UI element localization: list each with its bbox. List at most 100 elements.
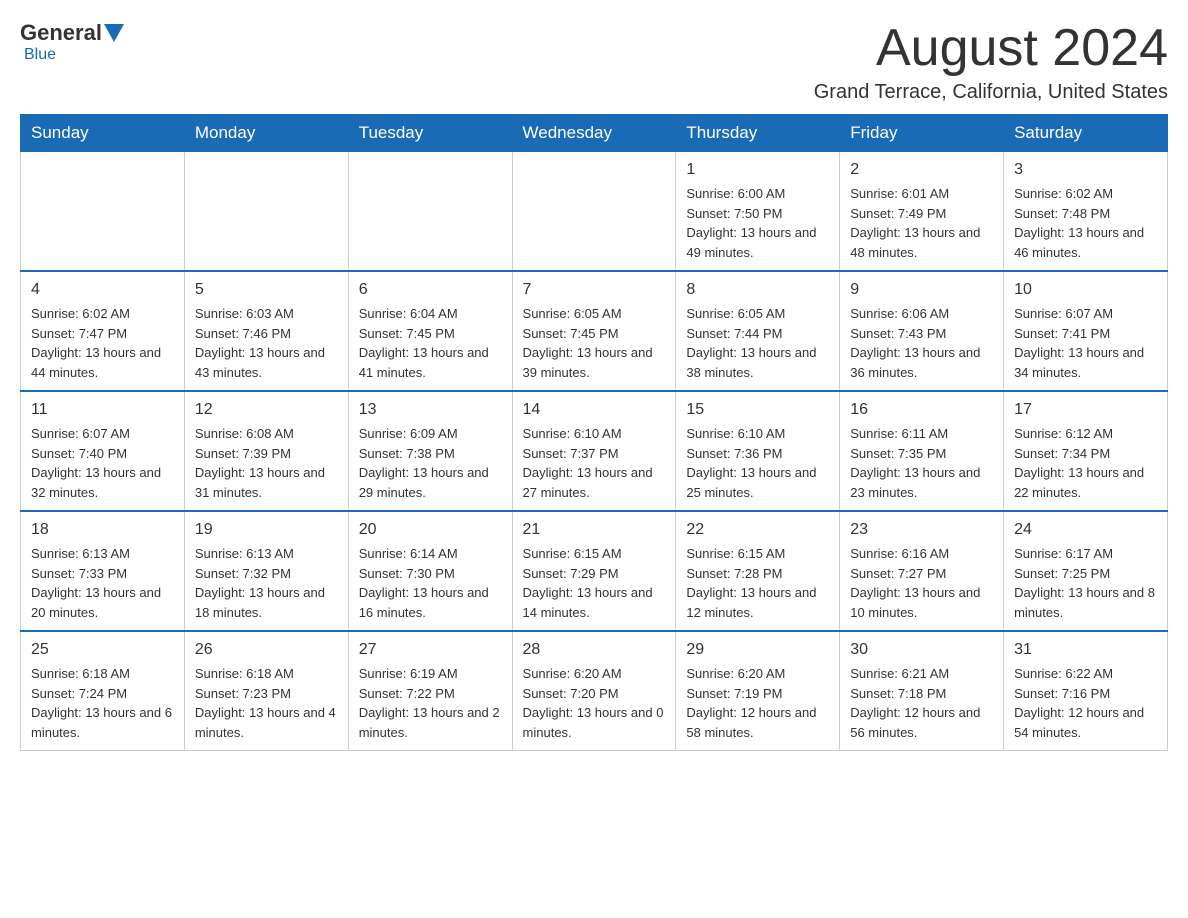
logo-blue-text: Blue — [24, 46, 56, 63]
calendar-cell: 15Sunrise: 6:10 AM Sunset: 7:36 PM Dayli… — [676, 391, 840, 511]
calendar-cell: 26Sunrise: 6:18 AM Sunset: 7:23 PM Dayli… — [184, 631, 348, 751]
day-number: 24 — [1014, 518, 1157, 542]
day-number: 18 — [31, 518, 174, 542]
logo: General Blue — [20, 20, 126, 64]
day-info: Sunrise: 6:07 AM Sunset: 7:41 PM Dayligh… — [1014, 304, 1157, 382]
calendar-cell: 4Sunrise: 6:02 AM Sunset: 7:47 PM Daylig… — [21, 271, 185, 391]
calendar-cell: 5Sunrise: 6:03 AM Sunset: 7:46 PM Daylig… — [184, 271, 348, 391]
day-info: Sunrise: 6:08 AM Sunset: 7:39 PM Dayligh… — [195, 424, 338, 502]
day-number: 12 — [195, 398, 338, 422]
calendar-cell: 22Sunrise: 6:15 AM Sunset: 7:28 PM Dayli… — [676, 511, 840, 631]
day-number: 13 — [359, 398, 502, 422]
calendar-cell — [184, 152, 348, 272]
day-info: Sunrise: 6:16 AM Sunset: 7:27 PM Dayligh… — [850, 544, 993, 622]
day-number: 27 — [359, 638, 502, 662]
calendar-cell: 20Sunrise: 6:14 AM Sunset: 7:30 PM Dayli… — [348, 511, 512, 631]
calendar-cell: 2Sunrise: 6:01 AM Sunset: 7:49 PM Daylig… — [840, 152, 1004, 272]
day-number: 21 — [523, 518, 666, 542]
day-info: Sunrise: 6:05 AM Sunset: 7:45 PM Dayligh… — [523, 304, 666, 382]
location-title: Grand Terrace, California, United States — [814, 81, 1168, 104]
calendar-cell: 19Sunrise: 6:13 AM Sunset: 7:32 PM Dayli… — [184, 511, 348, 631]
day-number: 26 — [195, 638, 338, 662]
calendar-cell: 29Sunrise: 6:20 AM Sunset: 7:19 PM Dayli… — [676, 631, 840, 751]
header-saturday: Saturday — [1004, 115, 1168, 152]
day-info: Sunrise: 6:15 AM Sunset: 7:29 PM Dayligh… — [523, 544, 666, 622]
day-info: Sunrise: 6:11 AM Sunset: 7:35 PM Dayligh… — [850, 424, 993, 502]
day-number: 29 — [686, 638, 829, 662]
calendar-cell: 12Sunrise: 6:08 AM Sunset: 7:39 PM Dayli… — [184, 391, 348, 511]
day-number: 6 — [359, 278, 502, 302]
day-info: Sunrise: 6:03 AM Sunset: 7:46 PM Dayligh… — [195, 304, 338, 382]
day-info: Sunrise: 6:22 AM Sunset: 7:16 PM Dayligh… — [1014, 664, 1157, 742]
header-sunday: Sunday — [21, 115, 185, 152]
month-title: August 2024 — [814, 20, 1168, 77]
day-info: Sunrise: 6:13 AM Sunset: 7:32 PM Dayligh… — [195, 544, 338, 622]
day-info: Sunrise: 6:20 AM Sunset: 7:19 PM Dayligh… — [686, 664, 829, 742]
day-info: Sunrise: 6:05 AM Sunset: 7:44 PM Dayligh… — [686, 304, 829, 382]
calendar-cell: 16Sunrise: 6:11 AM Sunset: 7:35 PM Dayli… — [840, 391, 1004, 511]
calendar-cell: 23Sunrise: 6:16 AM Sunset: 7:27 PM Dayli… — [840, 511, 1004, 631]
day-number: 3 — [1014, 158, 1157, 182]
calendar-row-0: 1Sunrise: 6:00 AM Sunset: 7:50 PM Daylig… — [21, 152, 1168, 272]
calendar-cell: 18Sunrise: 6:13 AM Sunset: 7:33 PM Dayli… — [21, 511, 185, 631]
calendar-table: Sunday Monday Tuesday Wednesday Thursday… — [20, 114, 1168, 751]
day-info: Sunrise: 6:17 AM Sunset: 7:25 PM Dayligh… — [1014, 544, 1157, 622]
day-info: Sunrise: 6:09 AM Sunset: 7:38 PM Dayligh… — [359, 424, 502, 502]
day-number: 23 — [850, 518, 993, 542]
calendar-cell: 21Sunrise: 6:15 AM Sunset: 7:29 PM Dayli… — [512, 511, 676, 631]
header-wednesday: Wednesday — [512, 115, 676, 152]
calendar-row-2: 11Sunrise: 6:07 AM Sunset: 7:40 PM Dayli… — [21, 391, 1168, 511]
day-number: 19 — [195, 518, 338, 542]
day-number: 9 — [850, 278, 993, 302]
calendar-row-3: 18Sunrise: 6:13 AM Sunset: 7:33 PM Dayli… — [21, 511, 1168, 631]
day-info: Sunrise: 6:20 AM Sunset: 7:20 PM Dayligh… — [523, 664, 666, 742]
calendar-cell: 27Sunrise: 6:19 AM Sunset: 7:22 PM Dayli… — [348, 631, 512, 751]
calendar-cell: 9Sunrise: 6:06 AM Sunset: 7:43 PM Daylig… — [840, 271, 1004, 391]
day-info: Sunrise: 6:10 AM Sunset: 7:37 PM Dayligh… — [523, 424, 666, 502]
calendar-cell: 3Sunrise: 6:02 AM Sunset: 7:48 PM Daylig… — [1004, 152, 1168, 272]
day-info: Sunrise: 6:06 AM Sunset: 7:43 PM Dayligh… — [850, 304, 993, 382]
day-info: Sunrise: 6:12 AM Sunset: 7:34 PM Dayligh… — [1014, 424, 1157, 502]
calendar-cell: 7Sunrise: 6:05 AM Sunset: 7:45 PM Daylig… — [512, 271, 676, 391]
calendar-cell — [21, 152, 185, 272]
header-friday: Friday — [840, 115, 1004, 152]
day-info: Sunrise: 6:02 AM Sunset: 7:47 PM Dayligh… — [31, 304, 174, 382]
header: General Blue August 2024 Grand Terrace, … — [20, 20, 1168, 104]
calendar-row-4: 25Sunrise: 6:18 AM Sunset: 7:24 PM Dayli… — [21, 631, 1168, 751]
day-info: Sunrise: 6:18 AM Sunset: 7:23 PM Dayligh… — [195, 664, 338, 742]
calendar-cell: 25Sunrise: 6:18 AM Sunset: 7:24 PM Dayli… — [21, 631, 185, 751]
calendar-cell: 13Sunrise: 6:09 AM Sunset: 7:38 PM Dayli… — [348, 391, 512, 511]
day-info: Sunrise: 6:00 AM Sunset: 7:50 PM Dayligh… — [686, 184, 829, 262]
day-number: 11 — [31, 398, 174, 422]
day-info: Sunrise: 6:04 AM Sunset: 7:45 PM Dayligh… — [359, 304, 502, 382]
header-thursday: Thursday — [676, 115, 840, 152]
day-info: Sunrise: 6:13 AM Sunset: 7:33 PM Dayligh… — [31, 544, 174, 622]
calendar-cell: 6Sunrise: 6:04 AM Sunset: 7:45 PM Daylig… — [348, 271, 512, 391]
day-number: 31 — [1014, 638, 1157, 662]
day-info: Sunrise: 6:15 AM Sunset: 7:28 PM Dayligh… — [686, 544, 829, 622]
day-number: 7 — [523, 278, 666, 302]
calendar-row-1: 4Sunrise: 6:02 AM Sunset: 7:47 PM Daylig… — [21, 271, 1168, 391]
day-info: Sunrise: 6:21 AM Sunset: 7:18 PM Dayligh… — [850, 664, 993, 742]
day-number: 28 — [523, 638, 666, 662]
day-number: 4 — [31, 278, 174, 302]
day-number: 1 — [686, 158, 829, 182]
day-info: Sunrise: 6:18 AM Sunset: 7:24 PM Dayligh… — [31, 664, 174, 742]
calendar-cell: 17Sunrise: 6:12 AM Sunset: 7:34 PM Dayli… — [1004, 391, 1168, 511]
title-area: August 2024 Grand Terrace, California, U… — [814, 20, 1168, 104]
header-tuesday: Tuesday — [348, 115, 512, 152]
day-number: 8 — [686, 278, 829, 302]
day-number: 20 — [359, 518, 502, 542]
calendar-cell: 11Sunrise: 6:07 AM Sunset: 7:40 PM Dayli… — [21, 391, 185, 511]
day-number: 17 — [1014, 398, 1157, 422]
calendar-cell: 24Sunrise: 6:17 AM Sunset: 7:25 PM Dayli… — [1004, 511, 1168, 631]
calendar-cell: 30Sunrise: 6:21 AM Sunset: 7:18 PM Dayli… — [840, 631, 1004, 751]
day-info: Sunrise: 6:14 AM Sunset: 7:30 PM Dayligh… — [359, 544, 502, 622]
day-info: Sunrise: 6:01 AM Sunset: 7:49 PM Dayligh… — [850, 184, 993, 262]
day-number: 10 — [1014, 278, 1157, 302]
day-number: 25 — [31, 638, 174, 662]
day-info: Sunrise: 6:19 AM Sunset: 7:22 PM Dayligh… — [359, 664, 502, 742]
day-number: 22 — [686, 518, 829, 542]
calendar-cell: 28Sunrise: 6:20 AM Sunset: 7:20 PM Dayli… — [512, 631, 676, 751]
calendar-cell: 8Sunrise: 6:05 AM Sunset: 7:44 PM Daylig… — [676, 271, 840, 391]
